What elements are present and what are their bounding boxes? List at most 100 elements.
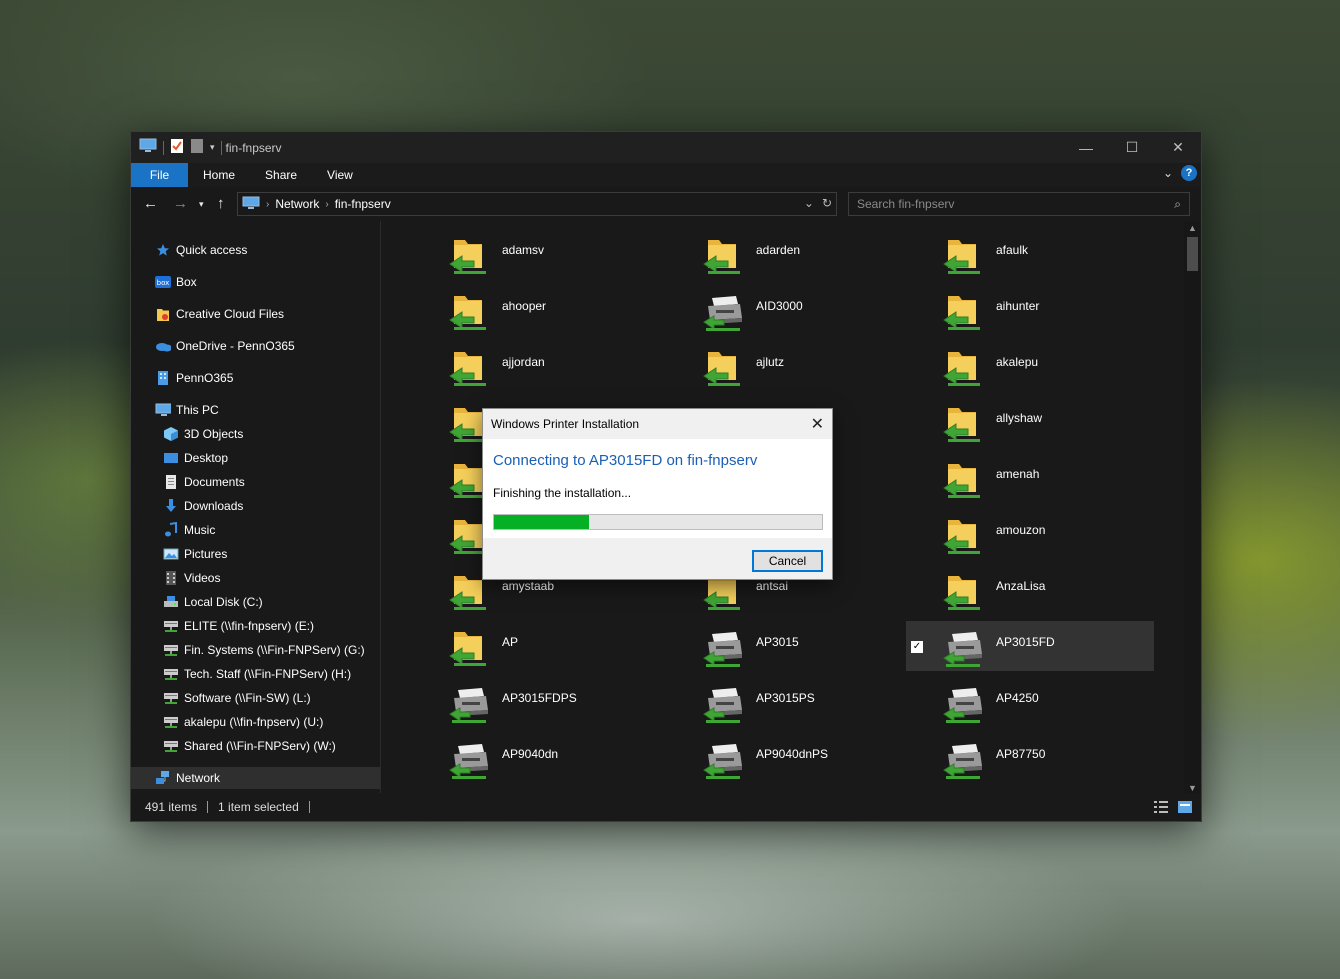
maximize-button[interactable]: ☐ (1109, 132, 1155, 163)
sidebar-item-network[interactable]: Network (131, 767, 380, 789)
cancel-button[interactable]: Cancel (752, 550, 823, 572)
sidebar-item-videos[interactable]: Videos (131, 567, 380, 589)
sidebar-item-label: Desktop (184, 451, 229, 465)
sidebar-item-documents[interactable]: Documents (131, 471, 380, 493)
address-bar[interactable]: › Network › fin-fnpserv ⌄ ↻ (237, 192, 837, 216)
computer-icon (139, 138, 157, 157)
close-button[interactable]: ✕ (1155, 132, 1201, 163)
music-icon (163, 522, 179, 538)
sidebar-item-onedrive-penno365[interactable]: OneDrive - PennO365 (131, 335, 380, 357)
pictures-icon (163, 546, 179, 562)
properties-icon[interactable] (170, 138, 184, 157)
search-box[interactable]: ⌕ (848, 192, 1190, 216)
sidebar-item-music[interactable]: Music (131, 519, 380, 541)
share-folder-item[interactable]: allyshaw (906, 397, 1154, 447)
share-folder-item[interactable]: ahooper (412, 285, 660, 335)
checkbox-icon[interactable]: ✓ (911, 641, 923, 653)
tab-file[interactable]: File (131, 163, 188, 187)
printer-icon (702, 682, 746, 726)
back-arrow-icon[interactable]: ← (143, 195, 158, 213)
printer-item[interactable]: AP4250 (906, 677, 1154, 727)
star-icon (155, 242, 171, 258)
share-folder-item[interactable]: ajlutz (666, 341, 914, 391)
item-label: aihunter (996, 299, 1040, 313)
new-folder-icon[interactable] (190, 138, 204, 157)
sidebar-item-akalepu-fin-fnpserv-u[interactable]: akalepu (\\fin-fnpserv) (U:) (131, 711, 380, 733)
sidebar-item-label: 3D Objects (184, 427, 244, 441)
sidebar-item-label: ELITE (\\fin-fnpserv) (E:) (184, 619, 315, 633)
search-input[interactable] (849, 193, 1189, 215)
sidebar-item-desktop[interactable]: Desktop (131, 447, 380, 469)
sidebar-item-label: OneDrive - PennO365 (176, 339, 295, 353)
help-icon[interactable]: ? (1181, 165, 1197, 181)
sidebar-item-label: Music (184, 523, 216, 537)
item-label: allyshaw (996, 411, 1043, 425)
printer-icon (448, 738, 492, 782)
sidebar-item-label: Tech. Staff (\\Fin-FNPServ) (H:) (184, 667, 352, 681)
sidebar-item-penno365[interactable]: PennO365 (131, 367, 380, 389)
sidebar-item-local-disk-c[interactable]: Local Disk (C:) (131, 591, 380, 613)
sidebar-item-3d-objects[interactable]: 3D Objects (131, 423, 380, 445)
share-folder-item[interactable]: aihunter (906, 285, 1154, 335)
share-folder-item[interactable]: adamsv (412, 229, 660, 279)
sidebar-item-tech-staff-fin-fnpserv-h[interactable]: Tech. Staff (\\Fin-FNPServ) (H:) (131, 663, 380, 685)
sidebar-item-software-fin-sw-l[interactable]: Software (\\Fin-SW) (L:) (131, 687, 380, 709)
sidebar-item-quick-access[interactable]: Quick access (131, 239, 380, 261)
printer-item[interactable]: AP3015FDPS (412, 677, 660, 727)
share-folder-item[interactable]: AnzaLisa (906, 565, 1154, 615)
printer-item[interactable]: AID3000 (666, 285, 914, 335)
large-icons-view-icon[interactable] (1177, 800, 1193, 817)
printer-item[interactable]: AP3015PS (666, 677, 914, 727)
breadcrumb-fin-fnpserv[interactable]: fin-fnpserv (335, 197, 391, 211)
share-folder-item[interactable]: AP (412, 621, 660, 671)
printer-item[interactable]: AP9040dnPS (666, 733, 914, 783)
scroll-up-icon[interactable]: ▲ (1184, 223, 1201, 233)
share-folder-item[interactable]: afaulk (906, 229, 1154, 279)
tab-share[interactable]: Share (250, 163, 312, 187)
tab-view[interactable]: View (312, 163, 368, 187)
up-arrow-icon[interactable]: ↑ (217, 195, 225, 213)
printer-item[interactable]: ✓ AP3015FD (906, 621, 1154, 671)
item-label: AP3015 (756, 635, 799, 649)
expand-ribbon-icon[interactable]: ⌄ (1163, 166, 1173, 180)
share-folder-item[interactable]: adarden (666, 229, 914, 279)
minimize-button[interactable]: — (1063, 132, 1109, 163)
forward-arrow-icon[interactable]: → (173, 195, 188, 213)
sidebar-item-fin-systems-fin-fnpserv-g[interactable]: Fin. Systems (\\Fin-FNPServ) (G:) (131, 639, 380, 661)
scroll-down-icon[interactable]: ▼ (1184, 783, 1201, 793)
share-folder-item[interactable]: akalepu (906, 341, 1154, 391)
printer-item[interactable]: AP87750 (906, 733, 1154, 783)
customize-qat-icon[interactable]: ▾ (210, 142, 215, 153)
network-icon (155, 770, 171, 786)
sidebar-item-downloads[interactable]: Downloads (131, 495, 380, 517)
vertical-scrollbar[interactable]: ▲ ▼ (1184, 221, 1201, 795)
title-bar: ▾ fin-fnpserv — ☐ ✕ (131, 132, 1201, 163)
sidebar-item-this-pc[interactable]: This PC (131, 399, 380, 421)
item-label: AP9040dn (502, 747, 559, 761)
sidebar-item-creative-cloud-files[interactable]: Creative Cloud Files (131, 303, 380, 325)
item-label: afaulk (996, 243, 1029, 257)
shared-folder-icon (942, 346, 986, 390)
share-folder-item[interactable]: ajjordan (412, 341, 660, 391)
sidebar-item-pictures[interactable]: Pictures (131, 543, 380, 565)
printer-item[interactable]: AP9040dn (412, 733, 660, 783)
printer-item[interactable]: AP3015 (666, 621, 914, 671)
share-folder-item[interactable]: amouzon (906, 509, 1154, 559)
shared-folder-icon (942, 514, 986, 558)
download-icon (163, 498, 179, 514)
window-title: fin-fnpserv (225, 140, 282, 155)
details-view-icon[interactable] (1153, 800, 1169, 817)
sidebar-item-shared-fin-fnpserv-w[interactable]: Shared (\\Fin-FNPServ) (W:) (131, 735, 380, 757)
breadcrumb-network[interactable]: Network (275, 197, 319, 211)
sidebar-item-label: akalepu (\\fin-fnpserv) (U:) (184, 715, 324, 729)
address-dropdown-icon[interactable]: ⌄ (804, 196, 814, 210)
recent-locations-icon[interactable]: ▾ (199, 195, 204, 213)
dialog-close-icon[interactable]: ✕ (811, 414, 824, 434)
search-icon[interactable]: ⌕ (1174, 197, 1181, 212)
tab-home[interactable]: Home (188, 163, 250, 187)
sidebar-item-elite-fin-fnpserv-e[interactable]: ELITE (\\fin-fnpserv) (E:) (131, 615, 380, 637)
scroll-thumb[interactable] (1187, 237, 1198, 271)
share-folder-item[interactable]: amenah (906, 453, 1154, 503)
sidebar-item-box[interactable]: box Box (131, 271, 380, 293)
refresh-icon[interactable]: ↻ (822, 196, 832, 210)
